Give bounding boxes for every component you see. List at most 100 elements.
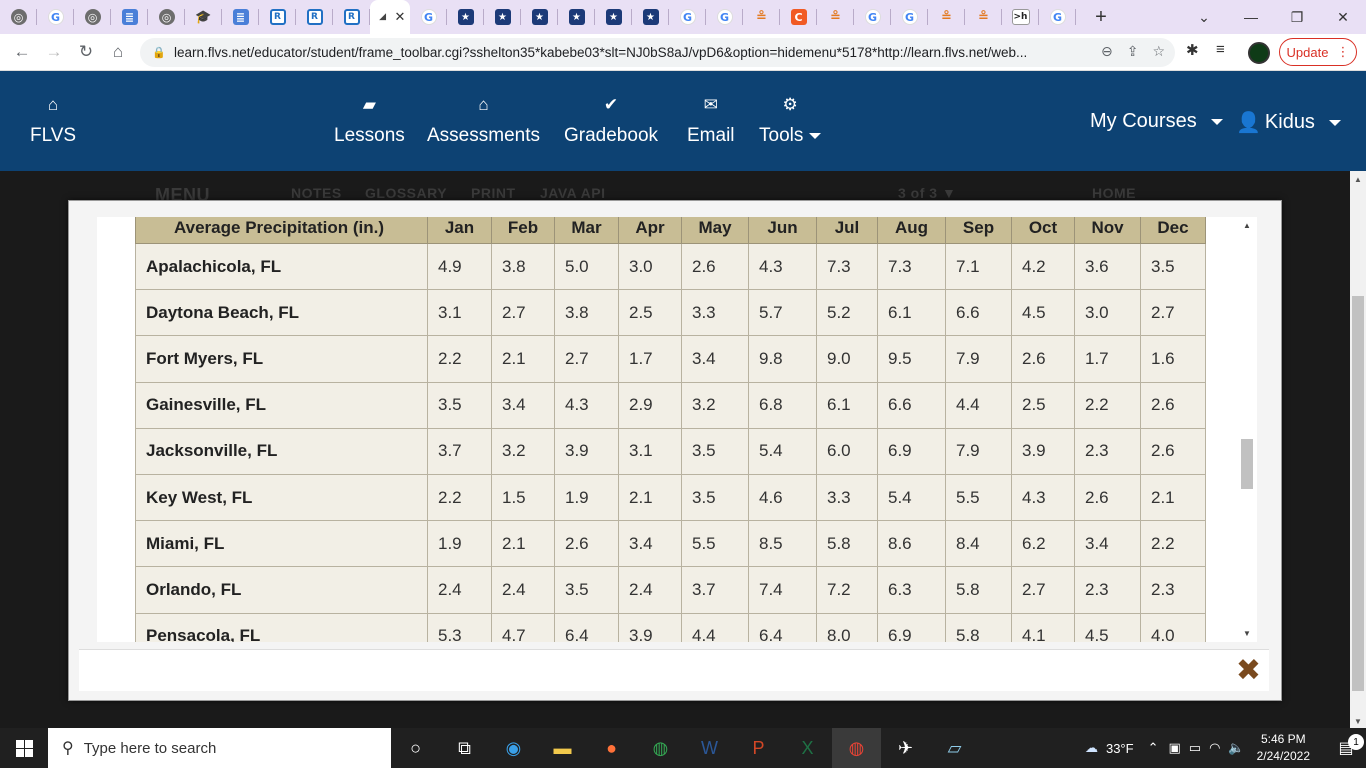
browser-tab[interactable]: ◎: [0, 0, 37, 34]
zoom-icon[interactable]: ⊖: [1101, 43, 1113, 60]
notification-center-icon[interactable]: ▤ 1: [1326, 734, 1366, 758]
url-text[interactable]: learn.flvs.net/educator/student/frame_to…: [174, 45, 1074, 60]
browser-tab[interactable]: G: [854, 0, 891, 34]
browser-tab[interactable]: ★: [521, 0, 558, 34]
close-window-button[interactable]: ✕: [1320, 0, 1366, 34]
profile-avatar[interactable]: [1248, 42, 1270, 64]
home-icon[interactable]: ⌂: [102, 36, 134, 68]
gradebook-nav[interactable]: ✔ Gradebook: [564, 95, 658, 147]
notepad-icon[interactable]: ▱: [930, 728, 979, 768]
share-icon[interactable]: ⇪: [1127, 43, 1139, 60]
browser-tab[interactable]: ★: [558, 0, 595, 34]
browser-tab[interactable]: ≣: [222, 0, 259, 34]
my-courses-dropdown[interactable]: My Courses: [1090, 110, 1223, 133]
browser-tab[interactable]: G: [410, 0, 447, 34]
browser-tab[interactable]: R: [333, 0, 370, 34]
browser-tab[interactable]: G: [37, 0, 74, 34]
browser-tab[interactable]: ◎: [148, 0, 185, 34]
word-icon[interactable]: W: [685, 728, 734, 768]
browser-tab[interactable]: >h: [1002, 0, 1039, 34]
value-cell: 2.6: [1011, 335, 1075, 383]
value-cell: 5.8: [945, 566, 1012, 614]
battery-icon[interactable]: ▭: [1189, 740, 1201, 756]
weather-temp[interactable]: 33°F: [1106, 741, 1134, 756]
new-tab-icon[interactable]: +: [1086, 6, 1116, 29]
update-button[interactable]: Update ⋮: [1279, 38, 1357, 66]
user-dropdown[interactable]: 👤 Kidus: [1236, 110, 1341, 135]
firefox-icon[interactable]: ●: [587, 728, 636, 768]
lessons-nav[interactable]: ▰ Lessons: [334, 95, 405, 147]
page-scrollbar[interactable]: ▲ ▼: [1350, 171, 1366, 728]
browser-tab[interactable]: G: [1039, 0, 1076, 34]
assessments-nav[interactable]: ⌂ Assessments: [427, 95, 540, 147]
edge-icon[interactable]: ◉: [489, 728, 538, 768]
reload-icon[interactable]: ↻: [70, 36, 102, 68]
browser-tab[interactable]: ★: [484, 0, 521, 34]
page-scroll-thumb[interactable]: [1352, 296, 1364, 691]
browser-tab[interactable]: 🎓: [185, 0, 222, 34]
browser-tab[interactable]: ◢ ✕: [370, 0, 410, 34]
clock-time: 5:46 PM: [1260, 732, 1306, 746]
browser-tab[interactable]: R: [259, 0, 296, 34]
value-cell: 2.5: [1011, 381, 1075, 429]
browser-tab[interactable]: ★: [447, 0, 484, 34]
excel-icon[interactable]: X: [783, 728, 832, 768]
value-cell: 3.1: [427, 289, 492, 337]
browser-tab[interactable]: R: [296, 0, 333, 34]
network-icon[interactable]: ▣: [1168, 740, 1180, 756]
browser-tab[interactable]: ≗: [743, 0, 780, 34]
clock[interactable]: 5:46 PM 2/24/2022: [1257, 731, 1310, 765]
browser-tab[interactable]: C: [780, 0, 817, 34]
tab-search-icon[interactable]: ⌄: [1181, 0, 1227, 34]
scroll-down-icon[interactable]: ▼: [1354, 717, 1362, 726]
scroll-up-icon[interactable]: ▲: [1243, 221, 1251, 230]
address-bar[interactable]: 🔒 learn.flvs.net/educator/student/frame_…: [140, 38, 1175, 67]
browser-tab[interactable]: G: [706, 0, 743, 34]
browser-tab[interactable]: ★: [595, 0, 632, 34]
browser-tab[interactable]: G: [891, 0, 928, 34]
browser-tab[interactable]: ★: [632, 0, 669, 34]
maximize-button[interactable]: ❐: [1274, 0, 1320, 34]
close-tab-icon[interactable]: ✕: [395, 9, 406, 25]
modal-scrollbar[interactable]: ▲ ▼: [1237, 217, 1257, 642]
reading-list-icon[interactable]: ≡: [1216, 41, 1225, 58]
back-arrow-icon[interactable]: ←: [6, 36, 38, 68]
browser-tab[interactable]: ◎: [74, 0, 111, 34]
star-favicon-icon: ★: [642, 9, 659, 25]
browser-tab[interactable]: ≗: [965, 0, 1002, 34]
powerpoint-icon[interactable]: P: [734, 728, 783, 768]
weather-icon[interactable]: ☁: [1085, 740, 1098, 756]
value-cell: 3.3: [816, 473, 878, 522]
minimize-button[interactable]: —: [1228, 0, 1274, 34]
city-cell: Fort Myers, FL: [135, 335, 428, 383]
cortana-icon[interactable]: ○: [391, 728, 440, 768]
task-view-icon[interactable]: ⧉: [440, 728, 489, 768]
chevron-up-icon[interactable]: ⌃: [1148, 740, 1159, 756]
java-duke-icon[interactable]: ✈: [881, 728, 930, 768]
value-cell: 3.2: [491, 427, 555, 475]
table-row: Miami, FL 1.9 2.1 2.6 3.4 5.5 8.5 5.8 8.6 8.4 6.2 3…: [135, 520, 1206, 568]
browser-tab[interactable]: ≗: [928, 0, 965, 34]
tools-nav[interactable]: ⚙ Tools: [759, 95, 822, 147]
wifi-icon[interactable]: ◠: [1209, 740, 1220, 756]
taskbar-search[interactable]: ⚲ Type here to search: [48, 728, 391, 768]
scroll-down-icon[interactable]: ▼: [1243, 629, 1251, 638]
volume-icon[interactable]: 🔈: [1228, 740, 1244, 756]
file-explorer-icon[interactable]: ▬: [538, 728, 587, 768]
email-nav[interactable]: ✉ Email: [687, 95, 735, 147]
value-cell: 7.3: [816, 242, 878, 291]
browser-tab[interactable]: ≗: [817, 0, 854, 34]
windows-start-icon[interactable]: [0, 728, 48, 768]
chrome-active-icon[interactable]: ◍: [832, 728, 881, 768]
bookmark-star-icon[interactable]: ☆: [1152, 43, 1165, 60]
browser-tab[interactable]: ≣: [111, 0, 148, 34]
extensions-puzzle-icon[interactable]: ✱: [1186, 41, 1199, 59]
modal-scroll-thumb[interactable]: [1241, 439, 1253, 489]
kebab-menu-icon[interactable]: ⋮: [1336, 44, 1349, 60]
forward-arrow-icon[interactable]: →: [38, 36, 70, 68]
browser-tab[interactable]: G: [669, 0, 706, 34]
close-icon[interactable]: ✖: [1236, 656, 1261, 686]
scroll-up-icon[interactable]: ▲: [1354, 175, 1362, 184]
home-nav[interactable]: ⌂ FLVS: [30, 95, 76, 147]
chrome-icon[interactable]: ◍: [636, 728, 685, 768]
